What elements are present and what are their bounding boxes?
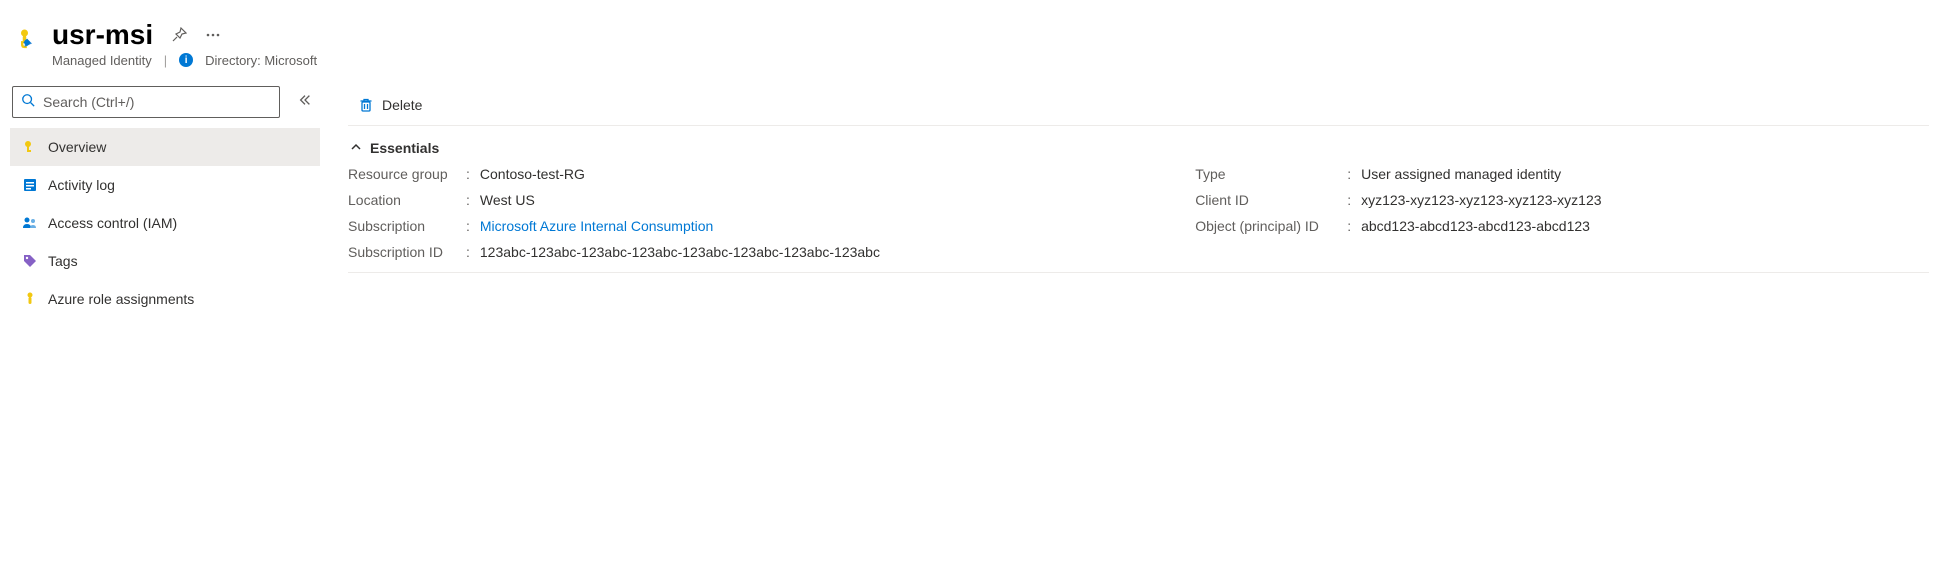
essentials-row-client-id: Client ID : xyz123-xyz123-xyz123-xyz123-…	[1195, 192, 1929, 208]
divider: |	[164, 53, 167, 68]
type-value: User assigned managed identity	[1361, 166, 1561, 182]
client-id-label: Client ID	[1195, 192, 1347, 208]
sidebar-item-label: Activity log	[48, 177, 115, 193]
sidebar-item-label: Overview	[48, 139, 106, 155]
client-id-value: xyz123-xyz123-xyz123-xyz123-xyz123	[1361, 192, 1601, 208]
search-input[interactable]	[41, 93, 271, 111]
resource-group-label: Resource group	[348, 166, 466, 182]
managed-identity-icon	[14, 26, 42, 54]
subscription-id-label: Subscription ID	[348, 244, 466, 260]
object-id-label: Object (principal) ID	[1195, 218, 1347, 234]
sidebar-item-label: Access control (IAM)	[48, 215, 177, 231]
location-label: Location	[348, 192, 466, 208]
essentials-row-type: Type : User assigned managed identity	[1195, 166, 1929, 182]
sidebar: Overview Activity log Access control (IA…	[10, 86, 320, 318]
command-bar: Delete	[348, 86, 1929, 126]
sidebar-item-access-control[interactable]: Access control (IAM)	[10, 204, 320, 242]
more-icon[interactable]	[205, 27, 221, 43]
essentials-panel: Resource group : Contoso-test-RG Locatio…	[348, 166, 1929, 273]
sidebar-item-label: Azure role assignments	[48, 291, 194, 307]
collapse-sidebar-icon[interactable]	[294, 89, 316, 114]
resource-type-label: Managed Identity	[52, 53, 152, 68]
pin-icon[interactable]	[171, 27, 187, 43]
essentials-row-subscription: Subscription : Microsoft Azure Internal …	[348, 218, 1155, 234]
subscription-link[interactable]: Microsoft Azure Internal Consumption	[480, 218, 713, 234]
essentials-row-resource-group: Resource group : Contoso-test-RG	[348, 166, 1155, 182]
info-icon[interactable]: i	[179, 53, 193, 67]
essentials-title: Essentials	[370, 140, 439, 156]
type-label: Type	[1195, 166, 1347, 182]
essentials-toggle[interactable]: Essentials	[348, 126, 1929, 166]
delete-label: Delete	[382, 97, 422, 113]
activity-log-icon	[22, 177, 38, 193]
sidebar-item-label: Tags	[48, 253, 78, 269]
sidebar-search[interactable]	[12, 86, 280, 118]
trash-icon	[358, 97, 374, 113]
object-id-value: abcd123-abcd123-abcd123-abcd123	[1361, 218, 1590, 234]
essentials-row-location: Location : West US	[348, 192, 1155, 208]
sidebar-item-activity-log[interactable]: Activity log	[10, 166, 320, 204]
delete-button[interactable]: Delete	[350, 93, 430, 117]
sidebar-item-overview[interactable]: Overview	[10, 128, 320, 166]
essentials-row-object-id: Object (principal) ID : abcd123-abcd123-…	[1195, 218, 1929, 234]
chevron-up-icon	[350, 140, 362, 156]
resource-header: usr-msi Managed Identity | i Direct	[10, 20, 1929, 68]
essentials-row-subscription-id: Subscription ID : 123abc-123abc-123abc-1…	[348, 244, 1155, 260]
location-value: West US	[480, 192, 535, 208]
page-title: usr-msi	[52, 20, 153, 51]
iam-icon	[22, 215, 38, 231]
sidebar-item-tags[interactable]: Tags	[10, 242, 320, 280]
directory-label: Directory: Microsoft	[205, 53, 317, 68]
sidebar-item-role-assignments[interactable]: Azure role assignments	[10, 280, 320, 318]
main-pane: Delete Essentials Resource group : Conto…	[320, 86, 1929, 273]
key-icon	[22, 139, 38, 155]
subscription-id-value: 123abc-123abc-123abc-123abc-123abc-123ab…	[480, 244, 880, 260]
subscription-label: Subscription	[348, 218, 466, 234]
role-icon	[22, 291, 38, 307]
resource-group-value[interactable]: Contoso-test-RG	[480, 166, 585, 182]
search-icon	[21, 93, 35, 110]
tag-icon	[22, 253, 38, 269]
